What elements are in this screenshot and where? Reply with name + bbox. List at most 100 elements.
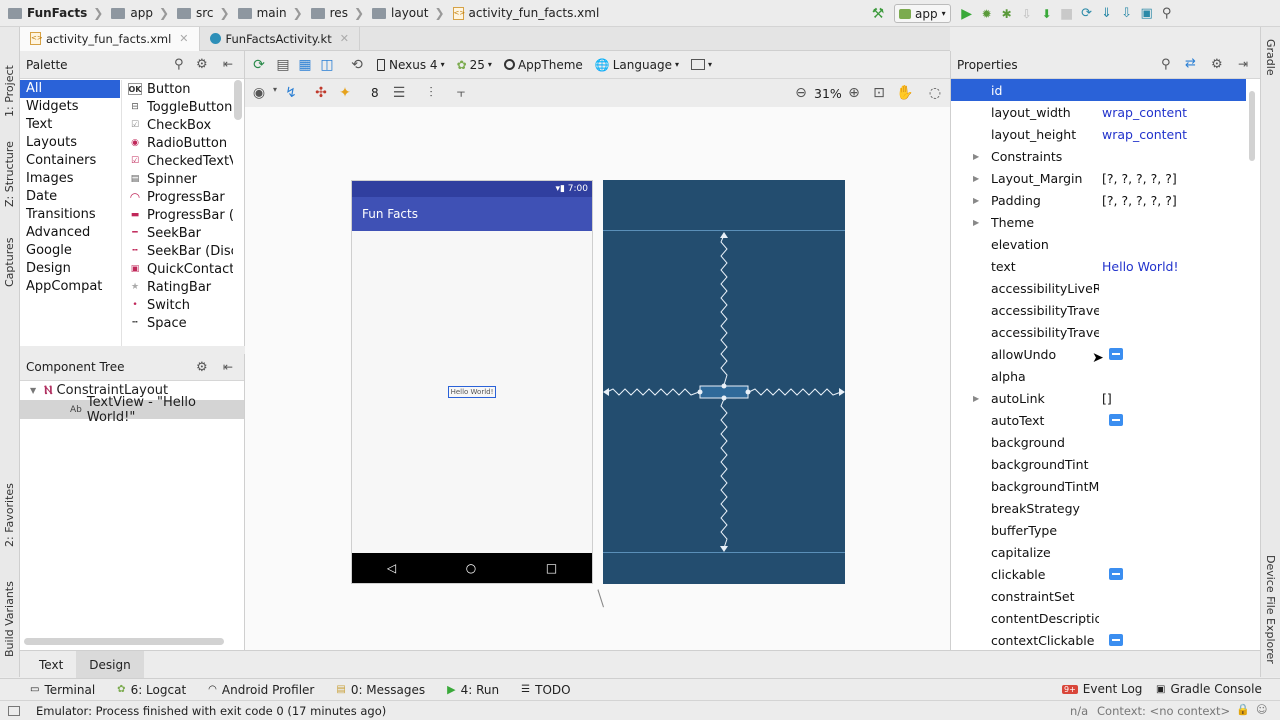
design-blueprint-icon[interactable]: ◫ — [317, 55, 337, 75]
palette-widget-checkbox[interactable]: ☑ CheckBox — [122, 116, 233, 134]
gear-icon[interactable]: ⚙ — [196, 360, 208, 375]
palette-widget-switch[interactable]: • Switch — [122, 296, 233, 314]
property-row-buffertype[interactable]: bufferType — [951, 519, 1246, 541]
property-value[interactable]: [?, ?, ?, ?, ?] — [1102, 193, 1177, 208]
palette-widget-ratingbar[interactable]: ★ RatingBar — [122, 278, 233, 296]
palette-widget-seekbar-disc[interactable]: ╍ SeekBar (Disc — [122, 242, 233, 260]
design-surface-icon[interactable]: ▤ — [273, 55, 293, 75]
palette-category-layouts[interactable]: Layouts — [20, 134, 120, 152]
breadcrumb-file[interactable]: <> activity_fun_facts.xml — [449, 0, 604, 27]
breadcrumb-main[interactable]: main ❯ — [234, 0, 307, 27]
property-row-backgroundtint[interactable]: backgroundTint — [951, 453, 1246, 475]
property-row-constraints[interactable]: ▶ Constraints — [951, 145, 1246, 167]
property-row-capitalize[interactable]: capitalize — [951, 541, 1246, 563]
search-icon[interactable]: ⚲ — [1161, 57, 1171, 72]
stop-icon[interactable]: ■ — [1057, 4, 1077, 24]
infer-constraints-icon[interactable]: ✦ — [335, 83, 355, 103]
palette-widget-quickcontactb[interactable]: ▣ QuickContactB — [122, 260, 233, 278]
attach-icon[interactable]: ⇩ — [1017, 4, 1037, 24]
expand-arrow-icon[interactable]: ▶ — [973, 196, 979, 205]
clear-constraints-icon[interactable]: ✣ — [311, 83, 331, 103]
sdk-manager-icon[interactable]: ⇩ — [1117, 4, 1137, 24]
theme-select[interactable]: AppTheme — [503, 58, 583, 72]
layout-inspector-icon[interactable]: ▣ — [1137, 4, 1157, 24]
gradle-tool-button[interactable]: Gradle — [1264, 39, 1277, 76]
collapse-arrow-icon[interactable]: ▼ — [30, 386, 36, 395]
android-profiler-tool-button[interactable]: ◠ Android Profiler — [208, 683, 314, 697]
blueprint-preview[interactable] — [603, 180, 845, 584]
search-icon[interactable]: ⚲ — [1157, 4, 1177, 24]
avd-manager-icon[interactable]: ⇓ — [1097, 4, 1117, 24]
palette-category-containers[interactable]: Containers — [20, 152, 120, 170]
eye-icon[interactable]: ◉ — [249, 83, 269, 103]
lock-icon[interactable]: 🔒 — [1236, 703, 1250, 716]
tab-design[interactable]: Design — [76, 651, 144, 678]
dropdown-arrow-icon[interactable]: ▾ — [273, 85, 277, 94]
zoom-fit-icon[interactable]: ⊡ — [869, 83, 889, 103]
toggle-view-icon[interactable]: ⇄ — [1185, 56, 1196, 71]
property-value[interactable]: [] — [1102, 391, 1112, 406]
refresh-icon[interactable]: ⟳ — [249, 55, 269, 75]
guidelines-icon[interactable]: ⫟ — [451, 83, 471, 103]
palette-widget-seekbar[interactable]: ━ SeekBar — [122, 224, 233, 242]
palette-category-text[interactable]: Text — [20, 116, 120, 134]
tree-node-textview[interactable]: Ab TextView - "Hello World!" — [20, 395, 244, 425]
property-row-text[interactable]: text Hello World! — [951, 255, 1246, 277]
palette-widget-togglebutton[interactable]: ⊟ ToggleButton — [122, 98, 233, 116]
expand-arrow-icon[interactable]: ▶ — [973, 152, 979, 161]
hammer-icon[interactable]: ⚒ — [868, 4, 888, 24]
tab-text[interactable]: Text — [26, 651, 76, 678]
property-value[interactable]: Hello World! — [1102, 259, 1179, 274]
palette-category-advanced[interactable]: Advanced — [20, 224, 120, 242]
inspector-icon[interactable]: ☺ — [1256, 703, 1267, 716]
palette-widget-checkedtextv[interactable]: ☑ CheckedTextV — [122, 152, 233, 170]
palette-widget-spinner[interactable]: ▤ Spinner — [122, 170, 233, 188]
property-row-layout-height[interactable]: layout_height wrap_content — [951, 123, 1246, 145]
hide-panel-icon[interactable]: ⇥ — [1238, 57, 1248, 71]
flag-toggle-icon[interactable] — [1109, 348, 1123, 360]
palette-widget-progressbar[interactable]: ▬ ProgressBar ( — [122, 206, 233, 224]
palette-widget-radiobutton[interactable]: ◉ RadioButton — [122, 134, 233, 152]
logcat-tool-button[interactable]: ✿ 6: Logcat — [117, 683, 186, 697]
property-row-padding[interactable]: ▶ Padding [?, ?, ?, ?, ?] — [951, 189, 1246, 211]
context-indicator[interactable]: Context: <no context> — [1097, 704, 1230, 718]
device-select[interactable]: Nexus 4 ▾ — [377, 58, 445, 72]
breadcrumb-project[interactable]: FunFacts ❯ — [0, 0, 107, 27]
palette-category-images[interactable]: Images — [20, 170, 120, 188]
resize-handle-icon[interactable]: ╱ — [593, 590, 610, 607]
property-row-layout-width[interactable]: layout_width wrap_content — [951, 101, 1246, 123]
palette-widget-space[interactable]: ┅ Space — [122, 314, 233, 332]
property-row-contentdescriptic[interactable]: contentDescriptic — [951, 607, 1246, 629]
layout-variants-select[interactable]: ▾ — [690, 59, 712, 70]
property-row-backgroundtintm[interactable]: backgroundTintM — [951, 475, 1246, 497]
expand-arrow-icon[interactable]: ▶ — [973, 174, 979, 183]
property-value[interactable]: [?, ?, ?, ?, ?] — [1102, 171, 1177, 186]
property-row-accessibilitytrave[interactable]: accessibilityTrave — [951, 321, 1246, 343]
tab-activity-fun-facts-xml[interactable]: <> activity_fun_facts.xml ✕ — [20, 26, 200, 51]
gear-icon[interactable]: ⚙ — [196, 57, 208, 72]
design-canvas[interactable]: ▾▮ 7:00 Fun Facts Hello World! ◁ ○ □ ╱ — [245, 107, 950, 650]
property-row-id[interactable]: id — [951, 79, 1246, 101]
hide-panel-icon[interactable]: ⇤ — [223, 360, 233, 374]
property-row-accessibilitytrave[interactable]: accessibilityTrave — [951, 299, 1246, 321]
sync-icon[interactable]: ⟳ — [1077, 4, 1097, 24]
expand-arrow-icon[interactable]: ▶ — [973, 394, 979, 403]
breadcrumb-res[interactable]: res ❯ — [307, 0, 368, 27]
breadcrumb-layout[interactable]: layout ❯ — [368, 0, 449, 27]
property-value[interactable]: wrap_content — [1102, 127, 1187, 142]
property-row-constraintset[interactable]: constraintSet — [951, 585, 1246, 607]
property-row-elevation[interactable]: elevation — [951, 233, 1246, 255]
properties-scrollbar[interactable] — [1249, 91, 1255, 161]
property-row-breakstrategy[interactable]: breakStrategy — [951, 497, 1246, 519]
hello-world-textview[interactable]: Hello World! — [448, 386, 496, 398]
run-icon[interactable]: ▶ — [957, 4, 977, 24]
property-row-autolink[interactable]: ▶ autoLink [] — [951, 387, 1246, 409]
breadcrumb-src[interactable]: src ❯ — [173, 0, 234, 27]
debug-icon[interactable]: ✹ — [977, 4, 997, 24]
zoom-in-icon[interactable]: ⊕ — [844, 83, 864, 103]
palette-category-all[interactable]: All — [20, 80, 120, 98]
close-icon[interactable]: ✕ — [179, 32, 188, 45]
messages-tool-button[interactable]: ▤ 0: Messages — [336, 683, 425, 697]
run-tool-button[interactable]: ▶ 4: Run — [447, 683, 499, 697]
property-row-accessibilitylivere[interactable]: accessibilityLiveRe — [951, 277, 1246, 299]
